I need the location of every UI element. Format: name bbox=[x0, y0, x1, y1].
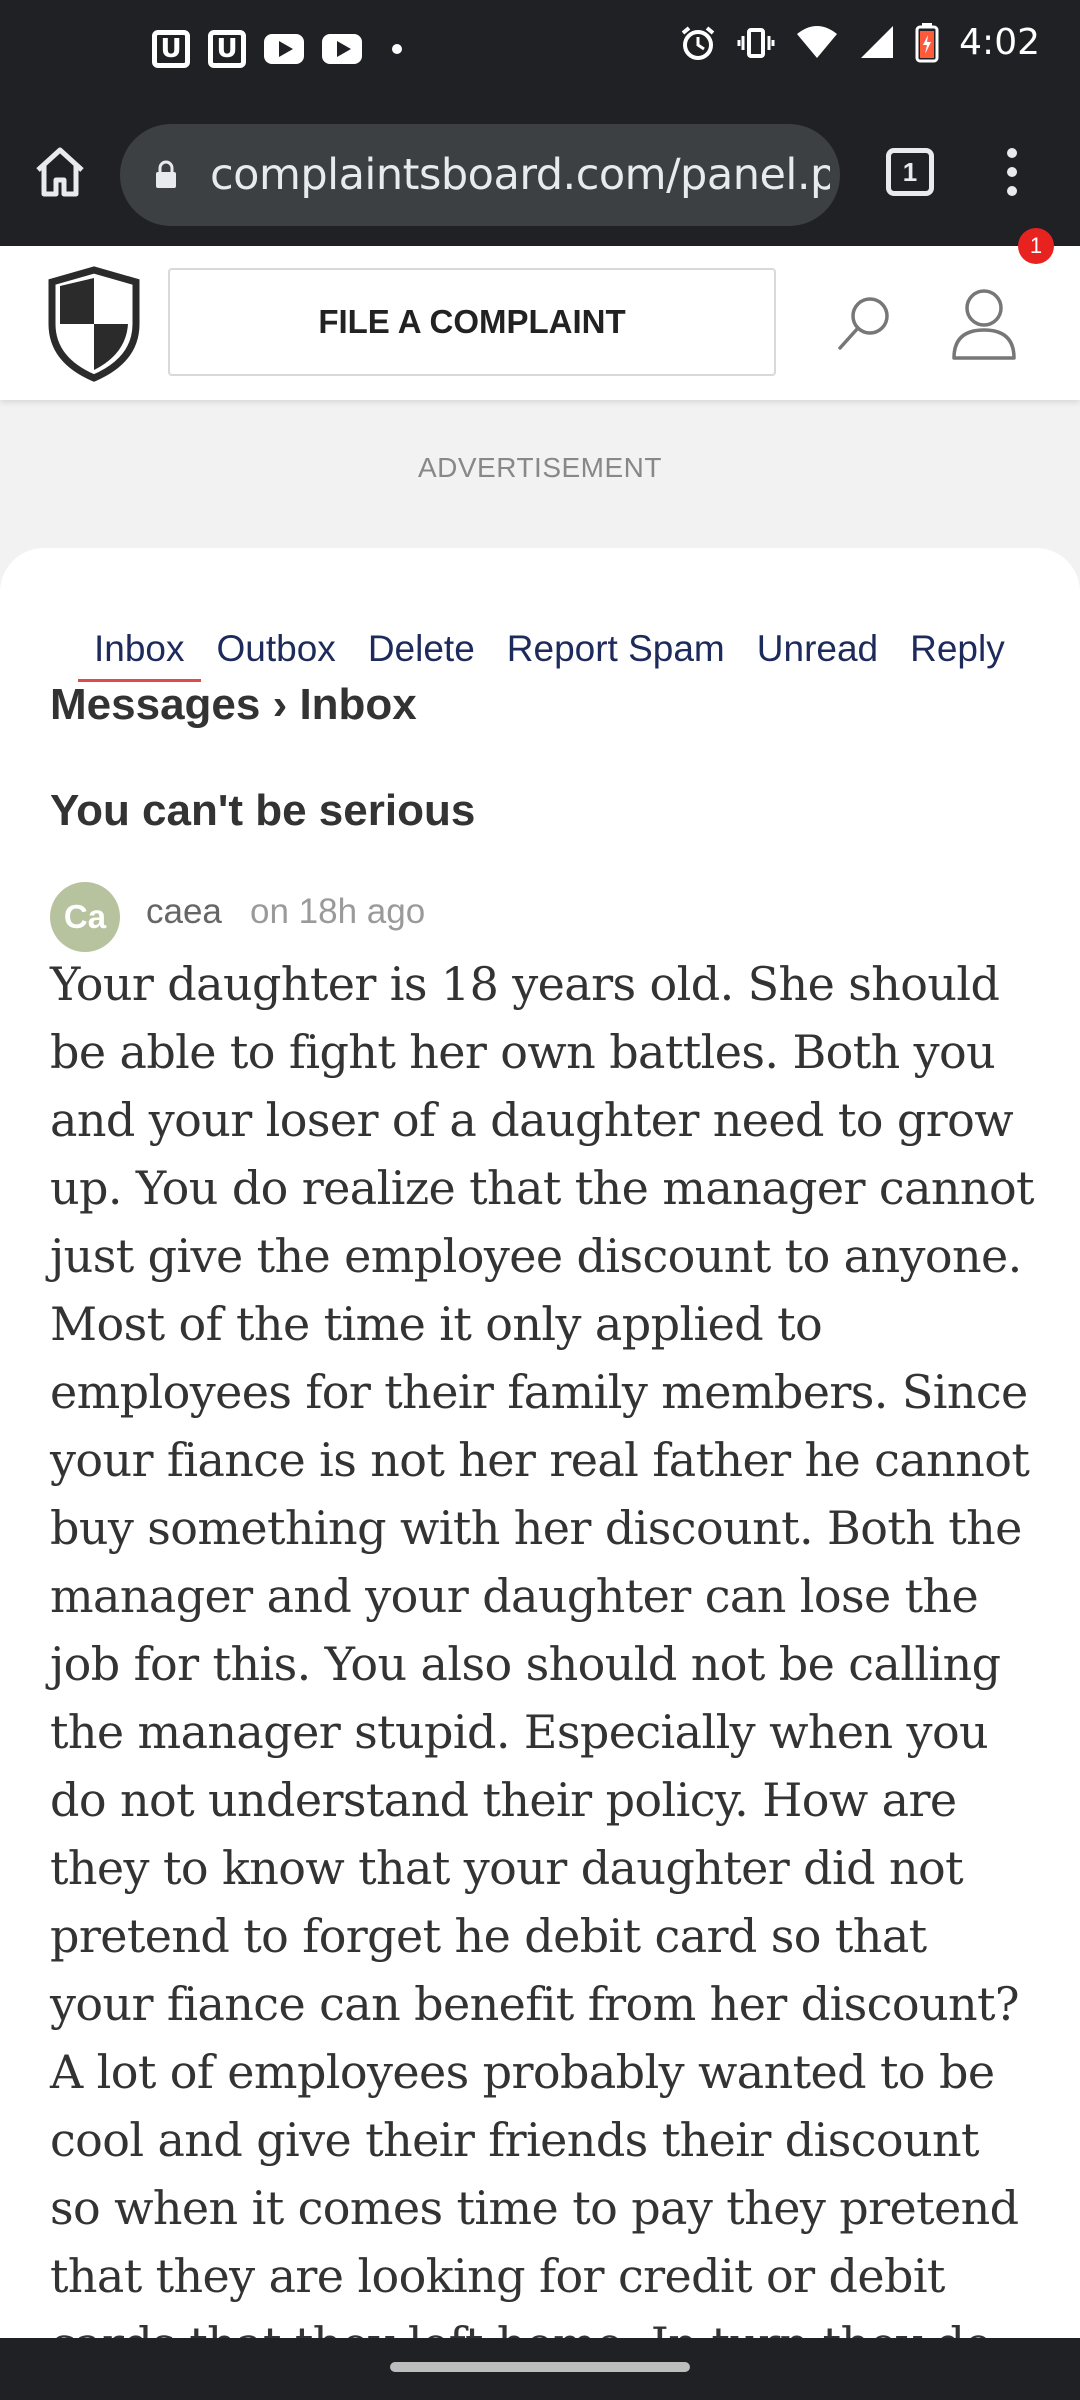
u-app-icon: U bbox=[208, 30, 246, 68]
site-header: FILE A COMPLAINT bbox=[0, 246, 1080, 400]
tab-switcher-button[interactable]: 1 bbox=[886, 148, 934, 196]
url-text: complaintsboard.com/panel.ph bbox=[210, 150, 830, 200]
tab-unread[interactable]: Unread bbox=[741, 622, 894, 682]
avatar[interactable]: Ca bbox=[50, 882, 120, 952]
system-nav-bar bbox=[0, 2338, 1080, 2400]
home-gesture-handle[interactable] bbox=[390, 2362, 690, 2372]
u-app-icon: U bbox=[152, 30, 190, 68]
message-panel: Inbox Outbox Delete Report Spam Unread R… bbox=[0, 548, 1080, 2338]
tab-report-spam[interactable]: Report Spam bbox=[491, 622, 741, 682]
message-time: on 18h ago bbox=[250, 892, 426, 931]
user-account-icon[interactable] bbox=[950, 286, 1018, 362]
overflow-menu-icon[interactable] bbox=[992, 142, 1032, 202]
tab-delete[interactable]: Delete bbox=[352, 622, 491, 682]
search-icon[interactable] bbox=[836, 294, 894, 352]
notification-badge[interactable]: 1 bbox=[1018, 228, 1054, 264]
youtube-icon bbox=[322, 34, 362, 64]
home-icon[interactable] bbox=[28, 140, 92, 204]
lock-icon bbox=[156, 160, 176, 188]
breadcrumb: Messages › Inbox bbox=[50, 680, 417, 729]
tab-inbox[interactable]: Inbox bbox=[78, 622, 201, 682]
advertisement-label: ADVERTISEMENT bbox=[417, 452, 663, 483]
alarm-icon bbox=[681, 25, 715, 60]
system-icons: 4:02 bbox=[679, 22, 1040, 63]
youtube-icon bbox=[264, 34, 304, 64]
address-bar[interactable]: complaintsboard.com/panel.ph bbox=[120, 124, 840, 226]
tab-outbox[interactable]: Outbox bbox=[201, 622, 352, 682]
browser-toolbar: complaintsboard.com/panel.ph 1 bbox=[0, 104, 1080, 246]
dot-icon bbox=[392, 44, 402, 54]
author-name[interactable]: caea bbox=[146, 892, 222, 932]
message-body: Your daughter is 18 years old. She shoul… bbox=[50, 957, 1035, 2338]
notification-icons: U U bbox=[152, 30, 402, 68]
message-subject: You can't be serious bbox=[50, 786, 476, 835]
shield-logo-icon[interactable] bbox=[48, 266, 140, 382]
file-complaint-button[interactable]: FILE A COMPLAINT bbox=[168, 268, 776, 376]
wifi-icon bbox=[797, 25, 838, 58]
vibrate-icon bbox=[737, 27, 775, 58]
message-tabs: Inbox Outbox Delete Report Spam Unread R… bbox=[78, 622, 1021, 682]
battery-icon bbox=[915, 22, 939, 62]
tab-reply[interactable]: Reply bbox=[894, 622, 1021, 682]
signal-icon bbox=[861, 25, 894, 58]
clock: 4:02 bbox=[959, 22, 1040, 63]
status-bar: U U 4:02 bbox=[0, 0, 1080, 104]
